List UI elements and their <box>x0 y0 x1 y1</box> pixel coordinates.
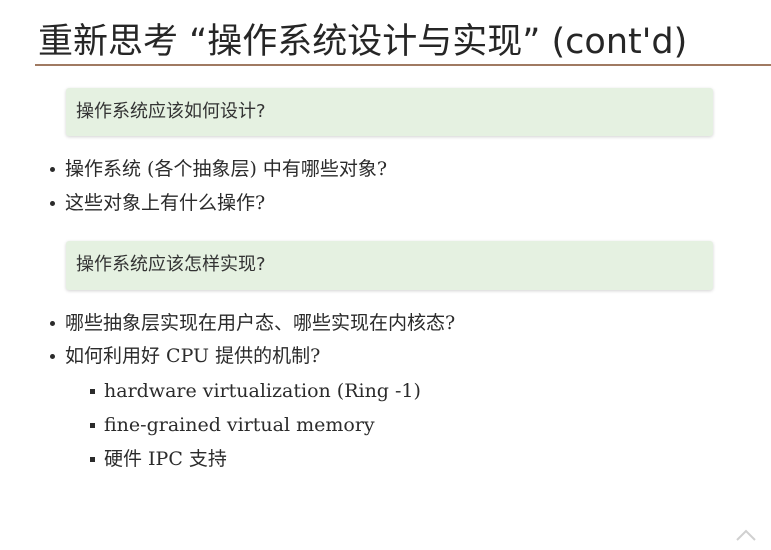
bullet-dot <box>50 320 55 326</box>
bullet-text: 操作系统 (各个抽象层) 中有哪些对象? <box>65 158 388 180</box>
design-question-box: 操作系统应该如何设计? <box>66 88 713 136</box>
bullet-dot <box>50 200 55 206</box>
sub-bullet-item: hardware virtualization (Ring -1) <box>90 378 421 404</box>
square-bullet <box>90 456 95 462</box>
square-bullet <box>90 422 95 428</box>
sub-bullet-item: fine-grained virtual memory <box>90 412 375 438</box>
sub-bullet-text: fine-grained virtual memory <box>104 414 375 436</box>
implementation-question-box: 操作系统应该怎样实现? <box>66 241 713 290</box>
square-bullet <box>90 388 95 394</box>
chevron-up-icon[interactable] <box>735 528 757 542</box>
bullet-item: 哪些抽象层实现在用户态、哪些实现在内核态? <box>50 310 455 336</box>
bullet-dot <box>50 166 55 172</box>
bullet-text: 如何利用好 CPU 提供的机制? <box>65 345 321 367</box>
sub-bullet-item: 硬件 IPC 支持 <box>90 446 227 472</box>
bullet-text: 哪些抽象层实现在用户态、哪些实现在内核态? <box>65 312 456 334</box>
bullet-dot <box>50 353 55 359</box>
bullet-text: 这些对象上有什么操作? <box>65 192 266 214</box>
bullet-item: 这些对象上有什么操作? <box>50 190 265 216</box>
title-underline <box>35 64 771 66</box>
sub-bullet-text: hardware virtualization (Ring -1) <box>104 380 421 402</box>
slide: 重新思考 “操作系统设计与实现” (cont'd) 操作系统应该如何设计? 操作… <box>0 0 771 550</box>
slide-title: 重新思考 “操作系统设计与实现” (cont'd) <box>38 22 688 62</box>
sub-bullet-text: 硬件 IPC 支持 <box>104 448 227 470</box>
bullet-item: 操作系统 (各个抽象层) 中有哪些对象? <box>50 156 387 182</box>
bullet-item: 如何利用好 CPU 提供的机制? <box>50 343 320 369</box>
